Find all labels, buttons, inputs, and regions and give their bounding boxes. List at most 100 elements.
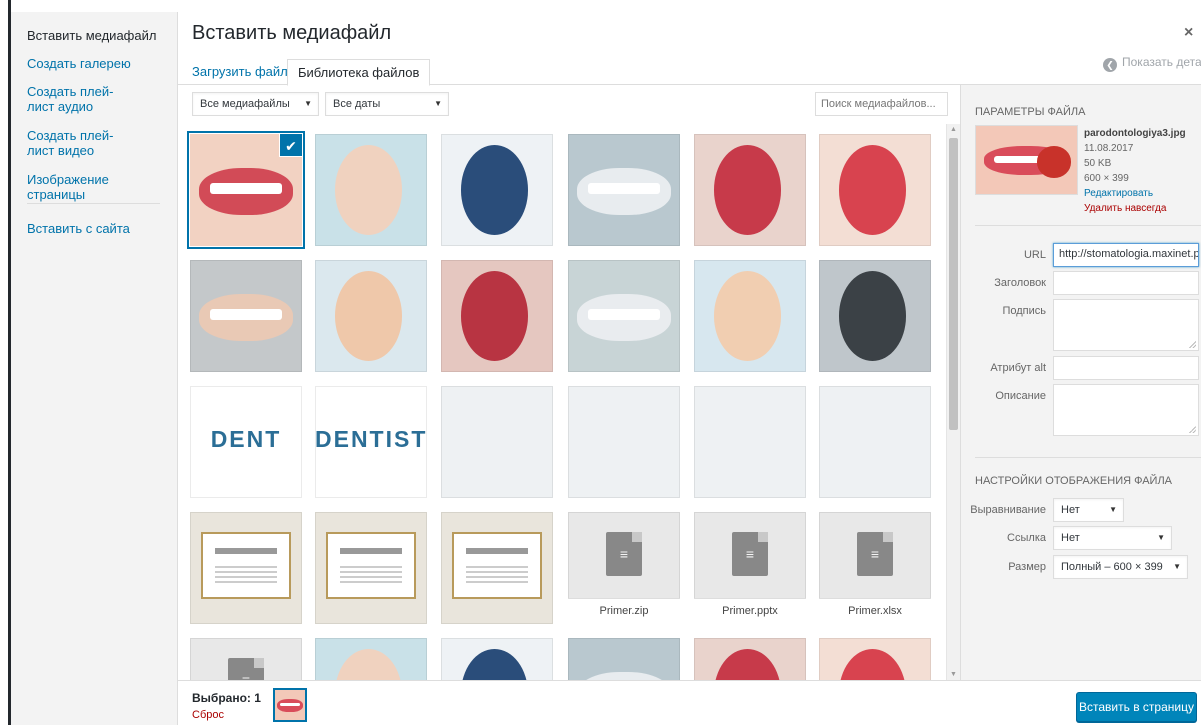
file-name: Primer.xlsx [819, 598, 931, 624]
sidebar-separator [27, 203, 160, 204]
title-field[interactable] [1053, 271, 1199, 295]
media-attachment[interactable] [441, 638, 553, 680]
media-attachment[interactable]: ✔ [190, 134, 302, 246]
scrollbar-thumb[interactable] [949, 138, 958, 430]
media-attachment[interactable] [190, 512, 302, 624]
media-attachment[interactable] [694, 134, 806, 246]
checkmark-icon[interactable]: ✔ [279, 134, 302, 157]
file-attachment[interactable]: ≡ Primer.xlsx [819, 512, 931, 624]
search-input[interactable]: Поиск медиафайлов... [815, 92, 948, 116]
scroll-down-icon[interactable]: ▼ [950, 671, 957, 678]
details-filesize: 50 KB [1084, 158, 1112, 169]
file-attachment[interactable]: ≡ Primer.pptx [694, 512, 806, 624]
image-thumbnail [694, 638, 806, 680]
file-attachment[interactable]: ≡ Primer.zip [568, 512, 680, 624]
clear-selection-link[interactable]: Сброс [192, 709, 224, 721]
sidebar-item-insert-from-url[interactable]: Вставить с сайта [11, 221, 146, 236]
chevron-left-icon: ❮ [1103, 58, 1117, 72]
media-attachment[interactable] [441, 134, 553, 246]
display-settings-heading: НАСТРОЙКИ ОТОБРАЖЕНИЯ ФАЙЛА [975, 475, 1173, 487]
caption-label: Подпись [1002, 305, 1046, 317]
attachments-grid: ✔ DENT DENTIST ≡ Primer.zip ≡ Primer.pptx ≡ Prim… [178, 124, 946, 680]
alignment-select[interactable]: Нет ▼ [1053, 498, 1124, 522]
chevron-down-icon: ▼ [434, 99, 442, 108]
details-filename: parodontologiya3.jpg [1084, 128, 1186, 139]
file-name: Primer.pptx [694, 598, 806, 624]
date-filter-value: Все даты [333, 98, 381, 110]
media-attachment[interactable] [568, 638, 680, 680]
description-field[interactable] [1053, 384, 1199, 436]
details-thumbnail [975, 125, 1078, 195]
media-attachment[interactable] [315, 134, 427, 246]
image-thumbnail [190, 260, 302, 372]
attachment-details-panel: ПАРАМЕТРЫ ФАЙЛА parodontologiya3.jpg 11.… [960, 85, 1201, 680]
alt-field[interactable] [1053, 356, 1199, 380]
media-type-filter-value: Все медиафайлы [200, 98, 290, 110]
alignment-value: Нет [1061, 504, 1080, 516]
media-router-sidebar: Вставить медиафайл Создать галерею Созда… [11, 12, 178, 725]
url-field[interactable]: http://stomatologia.maxinet.p [1053, 243, 1199, 267]
media-attachment[interactable] [441, 260, 553, 372]
media-attachment[interactable] [315, 260, 427, 372]
media-attachment[interactable]: DENT [190, 386, 302, 498]
delete-permanently-link[interactable]: Удалить навсегда [1084, 202, 1166, 215]
caption-field[interactable] [1053, 299, 1199, 351]
size-select[interactable]: Полный – 600 × 399 ▼ [1053, 555, 1188, 579]
description-label: Описание [995, 390, 1046, 402]
image-thumbnail [568, 638, 680, 680]
media-attachment[interactable] [694, 638, 806, 680]
media-attachment[interactable] [568, 260, 680, 372]
media-attachment[interactable] [819, 638, 931, 680]
selection-thumbnail[interactable] [273, 688, 307, 722]
date-filter[interactable]: Все даты ▼ [325, 92, 449, 116]
media-attachment[interactable] [568, 386, 680, 498]
details-heading: ПАРАМЕТРЫ ФАЙЛА [975, 106, 1086, 118]
image-thumbnail [315, 260, 427, 372]
image-thumbnail [315, 134, 427, 246]
media-attachment[interactable] [819, 134, 931, 246]
insert-into-page-button[interactable]: Вставить в страницу [1076, 692, 1197, 722]
media-attachment[interactable] [819, 386, 931, 498]
presentation-file-icon: ≡ [732, 532, 768, 576]
media-attachment[interactable]: DENTIST [315, 386, 427, 498]
tab-media-library[interactable]: Библиотека файлов [287, 59, 431, 86]
image-thumbnail [441, 260, 553, 372]
image-thumbnail [694, 134, 806, 246]
sidebar-item-video-playlist[interactable]: Создать плей-лист видео [11, 128, 151, 158]
media-type-filter[interactable]: Все медиафайлы ▼ [192, 92, 319, 116]
link-to-select[interactable]: Нет ▼ [1053, 526, 1172, 550]
display-divider [975, 457, 1201, 458]
media-attachment[interactable] [568, 134, 680, 246]
media-attachment[interactable] [315, 512, 427, 624]
show-details-link[interactable]: ❮ Показать детали [1103, 55, 1201, 72]
document-thumbnail [315, 512, 427, 624]
alignment-label: Выравнивание [970, 504, 1046, 516]
media-attachment[interactable] [819, 260, 931, 372]
size-label: Размер [1008, 561, 1046, 573]
media-attachment[interactable] [694, 386, 806, 498]
document-file-icon: ≡ [228, 658, 264, 680]
grid-scrollbar[interactable]: ▲ ▼ [946, 124, 960, 680]
image-thumbnail [819, 260, 931, 372]
scroll-up-icon[interactable]: ▲ [950, 126, 957, 133]
sidebar-item-create-gallery[interactable]: Создать галерею [11, 56, 147, 71]
chevron-down-icon: ▼ [1109, 505, 1117, 514]
file-attachment[interactable]: ≡ [190, 638, 302, 680]
document-thumbnail [441, 512, 553, 624]
sidebar-item-featured-image[interactable]: Изображение страницы [11, 172, 177, 202]
image-thumbnail [441, 638, 553, 680]
image-thumbnail [694, 260, 806, 372]
media-attachment[interactable] [315, 638, 427, 680]
sidebar-item-insert-media[interactable]: Вставить медиафайл [11, 28, 172, 43]
sidebar-item-audio-playlist[interactable]: Создать плей-лист аудио [11, 84, 151, 114]
close-icon[interactable]: × [1184, 24, 1193, 42]
edit-image-link[interactable]: Редактировать [1084, 187, 1153, 200]
media-attachment[interactable] [190, 260, 302, 372]
spreadsheet-file-icon: ≡ [857, 532, 893, 576]
media-attachment[interactable] [441, 386, 553, 498]
chevron-down-icon: ▼ [304, 99, 312, 108]
logo-text: DENT [210, 426, 282, 452]
media-attachment[interactable] [441, 512, 553, 624]
alt-label: Атрибут alt [990, 362, 1046, 374]
media-attachment[interactable] [694, 260, 806, 372]
